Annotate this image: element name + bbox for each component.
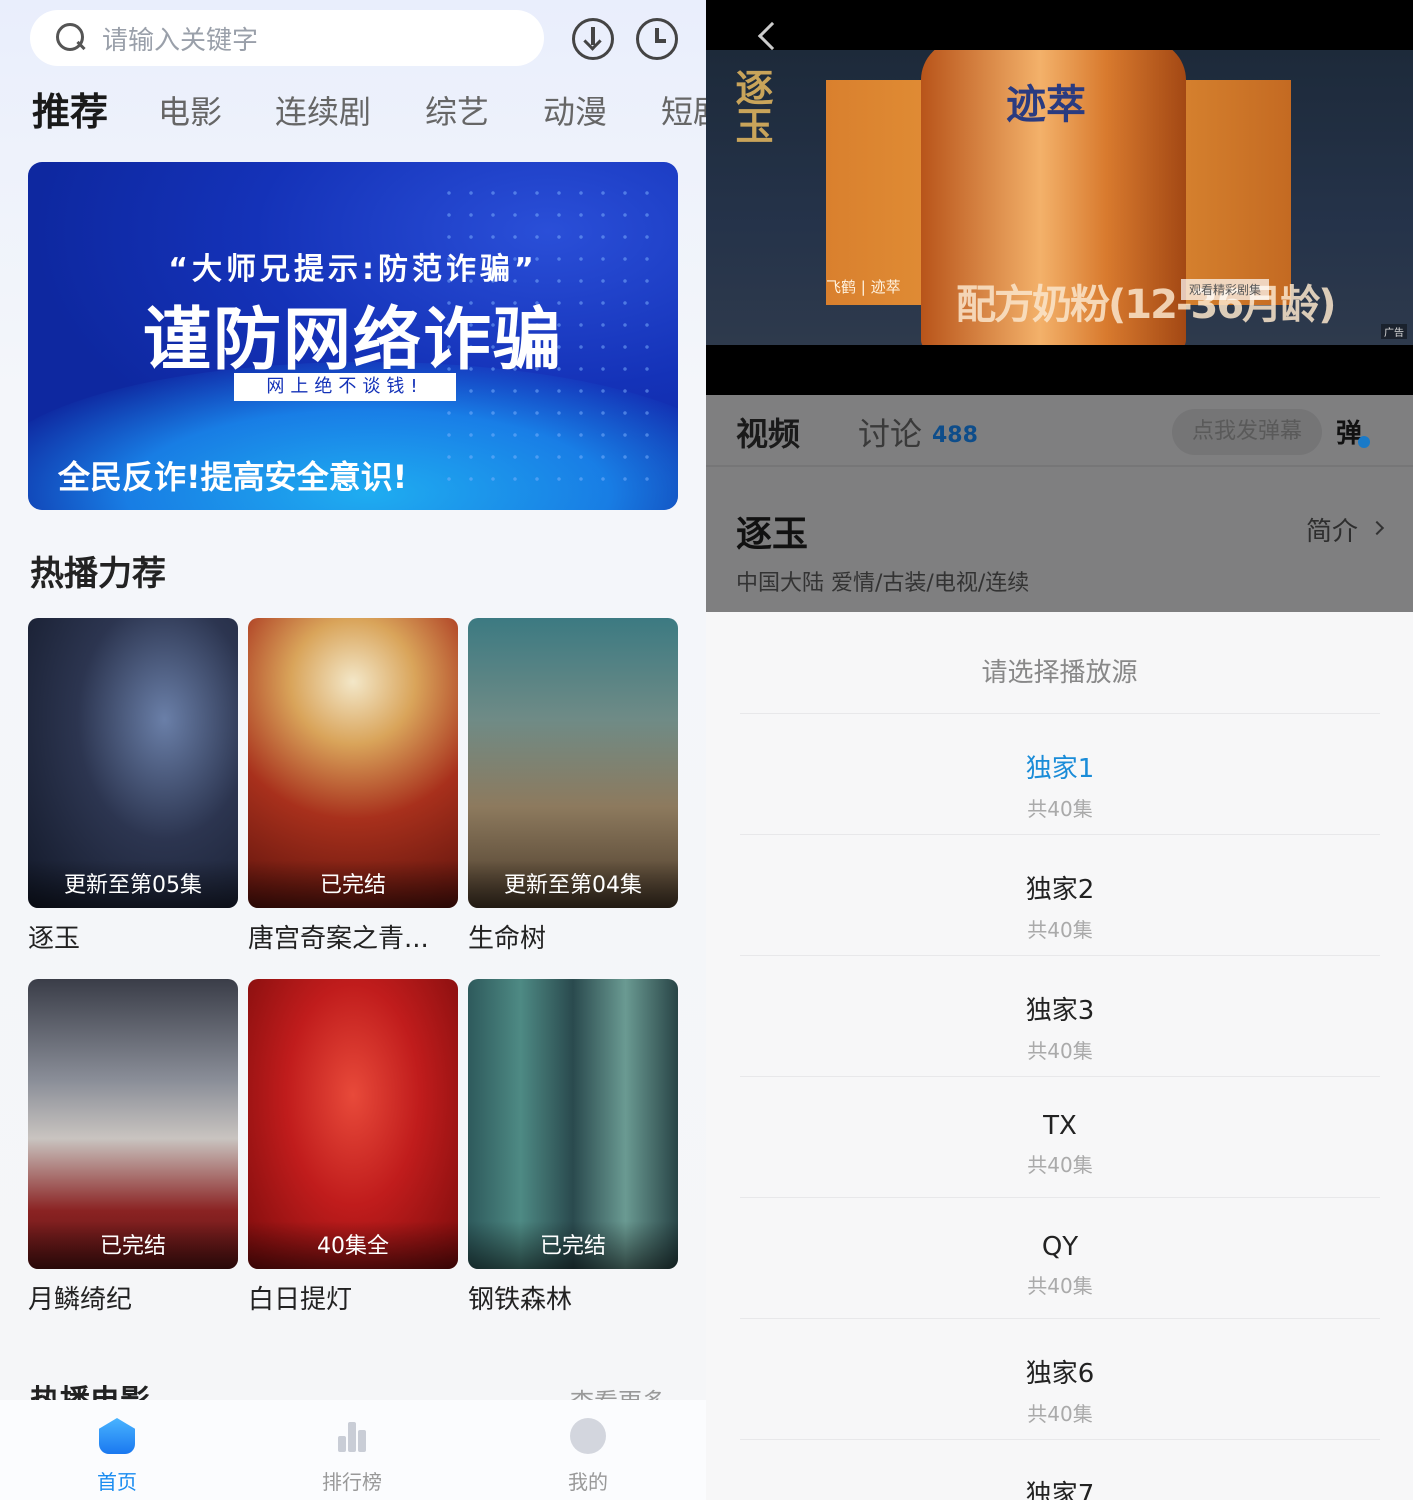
source-name: TX bbox=[1043, 1111, 1077, 1141]
poster: 40集全 bbox=[248, 979, 458, 1269]
tab-anime[interactable]: 动漫 bbox=[543, 84, 607, 140]
source-count: 共40集 bbox=[1027, 1153, 1093, 1177]
card-title: 月鳞绮纪 bbox=[28, 1285, 133, 1315]
search-placeholder: 请输入关键字 bbox=[102, 25, 259, 56]
tab-series[interactable]: 连续剧 bbox=[275, 84, 371, 140]
danmaku-input[interactable]: 点我发弹幕 bbox=[1172, 409, 1322, 455]
source-option[interactable]: 独家6 共40集 bbox=[740, 1318, 1380, 1438]
nav-ranking[interactable]: 排行榜 bbox=[292, 1418, 412, 1495]
poster: 已完结 bbox=[28, 979, 238, 1269]
poster: 更新至第04集 bbox=[468, 618, 678, 908]
episode-badge: 40集全 bbox=[248, 1221, 458, 1269]
nav-home[interactable]: 首页 bbox=[57, 1418, 177, 1495]
video-card[interactable]: 已完结 唐宫奇案之青... bbox=[248, 618, 458, 955]
episode-badge: 已完结 bbox=[248, 860, 458, 908]
section-title-hot: 热播力荐 bbox=[30, 554, 166, 594]
detail-screen: 逐玉 迹萃 配方奶粉(12-36月龄) 飞鹤 | 迹萃 观看精彩剧集 广告 视频… bbox=[706, 0, 1413, 1500]
nav-me-label: 我的 bbox=[568, 1470, 608, 1494]
video-player[interactable]: 逐玉 迹萃 配方奶粉(12-36月龄) 飞鹤 | 迹萃 观看精彩剧集 广告 bbox=[706, 0, 1413, 395]
discussion-count: 488 bbox=[932, 423, 978, 448]
banner-line-1: “大师兄提示:防范诈骗” bbox=[168, 252, 538, 287]
profile-icon bbox=[570, 1418, 606, 1454]
intro-link[interactable]: 简介 bbox=[1306, 511, 1358, 548]
tab-video[interactable]: 视频 bbox=[736, 409, 800, 455]
nav-home-label: 首页 bbox=[97, 1470, 137, 1494]
divider bbox=[706, 465, 1413, 467]
card-title: 逐玉 bbox=[28, 924, 81, 954]
show-meta: 中国大陆 爱情/古装/电视/连续 bbox=[736, 571, 1030, 596]
tab-short-drama[interactable]: 短剧 bbox=[661, 84, 706, 140]
back-icon[interactable] bbox=[757, 21, 787, 51]
card-title: 唐宫奇案之青... bbox=[248, 924, 429, 954]
episode-badge: 更新至第04集 bbox=[468, 860, 678, 908]
category-tabs: 推荐 电影 连续剧 综艺 动漫 短剧 bbox=[0, 84, 706, 140]
danmaku-toggle[interactable]: 弹 bbox=[1336, 413, 1371, 450]
poster: 更新至第05集 bbox=[28, 618, 238, 908]
video-card[interactable]: 已完结 月鳞绮纪 bbox=[28, 979, 238, 1316]
video-frame[interactable]: 逐玉 迹萃 配方奶粉(12-36月龄) 飞鹤 | 迹萃 观看精彩剧集 广告 bbox=[706, 50, 1413, 345]
history-icon[interactable] bbox=[636, 18, 678, 60]
tab-movie[interactable]: 电影 bbox=[158, 84, 222, 140]
source-option[interactable]: TX 共40集 bbox=[740, 1076, 1380, 1196]
source-count: 共40集 bbox=[1027, 1039, 1093, 1063]
nav-ranking-label: 排行榜 bbox=[322, 1470, 382, 1494]
ad-side-label: 飞鹤 | 迹萃 bbox=[826, 278, 901, 296]
source-option[interactable]: 独家7 bbox=[740, 1439, 1380, 1500]
home-screen: 请输入关键字 推荐 电影 连续剧 综艺 动漫 短剧 “大师兄提示:防范诈骗” 谨… bbox=[0, 0, 706, 1500]
card-title: 钢铁森林 bbox=[468, 1285, 573, 1315]
episode-badge: 更新至第05集 bbox=[28, 860, 238, 908]
ad-promo-text: 配方奶粉(12-36月龄) bbox=[956, 282, 1336, 328]
source-name: 独家6 bbox=[1025, 1359, 1095, 1389]
poster: 已完结 bbox=[248, 618, 458, 908]
source-name: 独家1 bbox=[1025, 754, 1095, 784]
promo-banner[interactable]: “大师兄提示:防范诈骗” 谨防网络诈骗 网上绝不谈钱! 全民反诈!提高安全意识! bbox=[28, 162, 678, 510]
source-name: QY bbox=[1041, 1232, 1079, 1262]
search-bar[interactable]: 请输入关键字 bbox=[30, 10, 544, 66]
video-card[interactable]: 更新至第05集 逐玉 bbox=[28, 618, 238, 955]
source-option[interactable]: QY 共40集 bbox=[740, 1197, 1380, 1317]
download-icon[interactable] bbox=[572, 18, 614, 60]
tab-variety[interactable]: 综艺 bbox=[425, 84, 489, 140]
home-icon bbox=[99, 1418, 135, 1454]
bottom-nav: 首页 排行榜 我的 bbox=[0, 1400, 706, 1500]
source-option[interactable]: 独家1 共40集 bbox=[740, 713, 1380, 833]
source-picker-sheet: 请选择播放源 独家1 共40集 独家2 共40集 独家3 共40集 TX 共40… bbox=[706, 612, 1413, 1500]
video-card[interactable]: 40集全 白日提灯 bbox=[248, 979, 458, 1316]
poster: 已完结 bbox=[468, 979, 678, 1269]
banner-slogan: 全民反诈!提高安全意识! bbox=[58, 458, 408, 496]
source-option[interactable]: 独家3 共40集 bbox=[740, 955, 1380, 1075]
source-count: 共40集 bbox=[1027, 1402, 1093, 1426]
source-option[interactable]: 独家2 共40集 bbox=[740, 834, 1380, 954]
show-logo: 逐玉 bbox=[729, 68, 773, 144]
check-icon bbox=[1358, 436, 1371, 448]
banner-headline: 谨防网络诈骗 bbox=[142, 301, 563, 380]
video-card[interactable]: 已完结 钢铁森林 bbox=[468, 979, 678, 1316]
source-count: 共40集 bbox=[1027, 797, 1093, 821]
sheet-title: 请选择播放源 bbox=[981, 658, 1138, 688]
video-card[interactable]: 更新至第04集 生命树 bbox=[468, 618, 678, 955]
tab-recommend[interactable]: 推荐 bbox=[32, 84, 108, 140]
ad-tag: 广告 bbox=[1381, 324, 1407, 339]
banner-tagline: 网上绝不谈钱! bbox=[234, 373, 456, 401]
episode-badge: 已完结 bbox=[468, 1221, 678, 1269]
episode-badge: 已完结 bbox=[28, 1221, 238, 1269]
show-title: 逐玉 bbox=[736, 514, 809, 555]
source-count: 共40集 bbox=[1027, 1274, 1093, 1298]
source-name: 独家7 bbox=[1025, 1480, 1095, 1500]
ad-hint: 观看精彩剧集 bbox=[1181, 279, 1270, 300]
tab-discussion[interactable]: 讨论 bbox=[858, 409, 922, 455]
source-count: 共40集 bbox=[1027, 918, 1093, 942]
video-info: 视频 讨论 488 点我发弹幕 弹 逐玉 简介 中国大陆 爱情/古装/电视/连续 bbox=[706, 395, 1413, 612]
card-title: 生命树 bbox=[468, 924, 547, 954]
card-title: 白日提灯 bbox=[248, 1285, 353, 1315]
source-name: 独家3 bbox=[1025, 996, 1095, 1026]
bar-chart-icon bbox=[334, 1418, 370, 1454]
ad-brand: 迹萃 bbox=[1006, 82, 1086, 128]
chevron-right-icon bbox=[1369, 520, 1385, 536]
source-name: 独家2 bbox=[1025, 875, 1095, 905]
search-icon bbox=[54, 21, 88, 55]
nav-me[interactable]: 我的 bbox=[528, 1418, 648, 1495]
